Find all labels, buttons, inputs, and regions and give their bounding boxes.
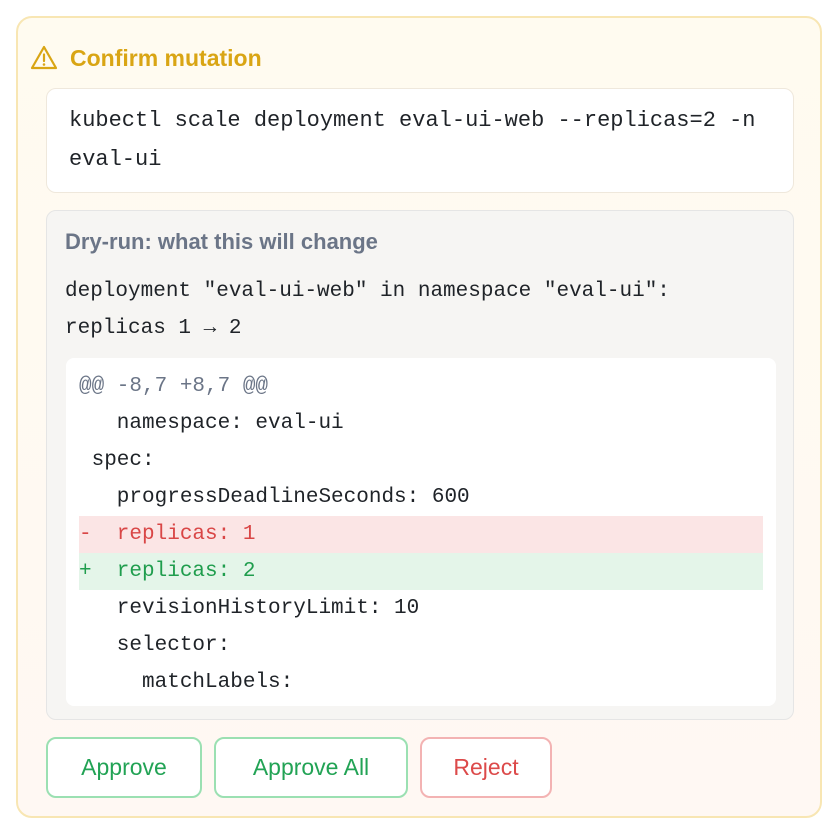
approve-button[interactable]: Approve bbox=[46, 737, 202, 798]
dry-run-title: Dry-run: what this will change bbox=[65, 229, 378, 254]
command-box: kubectl scale deployment eval-ui-web --r… bbox=[46, 88, 794, 193]
approve-all-button[interactable]: Approve All bbox=[214, 737, 408, 798]
dry-run-panel: Dry-run: what this will change deploymen… bbox=[46, 210, 794, 720]
diff-line: selector: bbox=[79, 634, 231, 657]
diff-view: @@ -8,7 +8,7 @@ namespace: eval-ui spec:… bbox=[66, 358, 776, 706]
diff-line: spec: bbox=[79, 449, 155, 472]
diff-line: namespace: eval-ui bbox=[79, 412, 344, 435]
warning-icon bbox=[30, 44, 58, 72]
reject-button[interactable]: Reject bbox=[420, 737, 552, 798]
card-header: Confirm mutation bbox=[30, 40, 262, 76]
card-title: Confirm mutation bbox=[70, 44, 262, 71]
diff-line: revisionHistoryLimit: 10 bbox=[79, 597, 420, 620]
diff-line: - replicas: 1 bbox=[79, 516, 763, 553]
diff-line: matchLabels: bbox=[79, 671, 294, 694]
diff-line: progressDeadlineSeconds: 600 bbox=[79, 486, 470, 509]
command-text: kubectl scale deployment eval-ui-web --r… bbox=[69, 108, 769, 172]
dry-run-summary: deployment "eval-ui-web" in namespace "e… bbox=[65, 280, 670, 340]
diff-line: @@ -8,7 +8,7 @@ bbox=[79, 375, 269, 398]
diff-line: + replicas: 2 bbox=[79, 553, 763, 590]
